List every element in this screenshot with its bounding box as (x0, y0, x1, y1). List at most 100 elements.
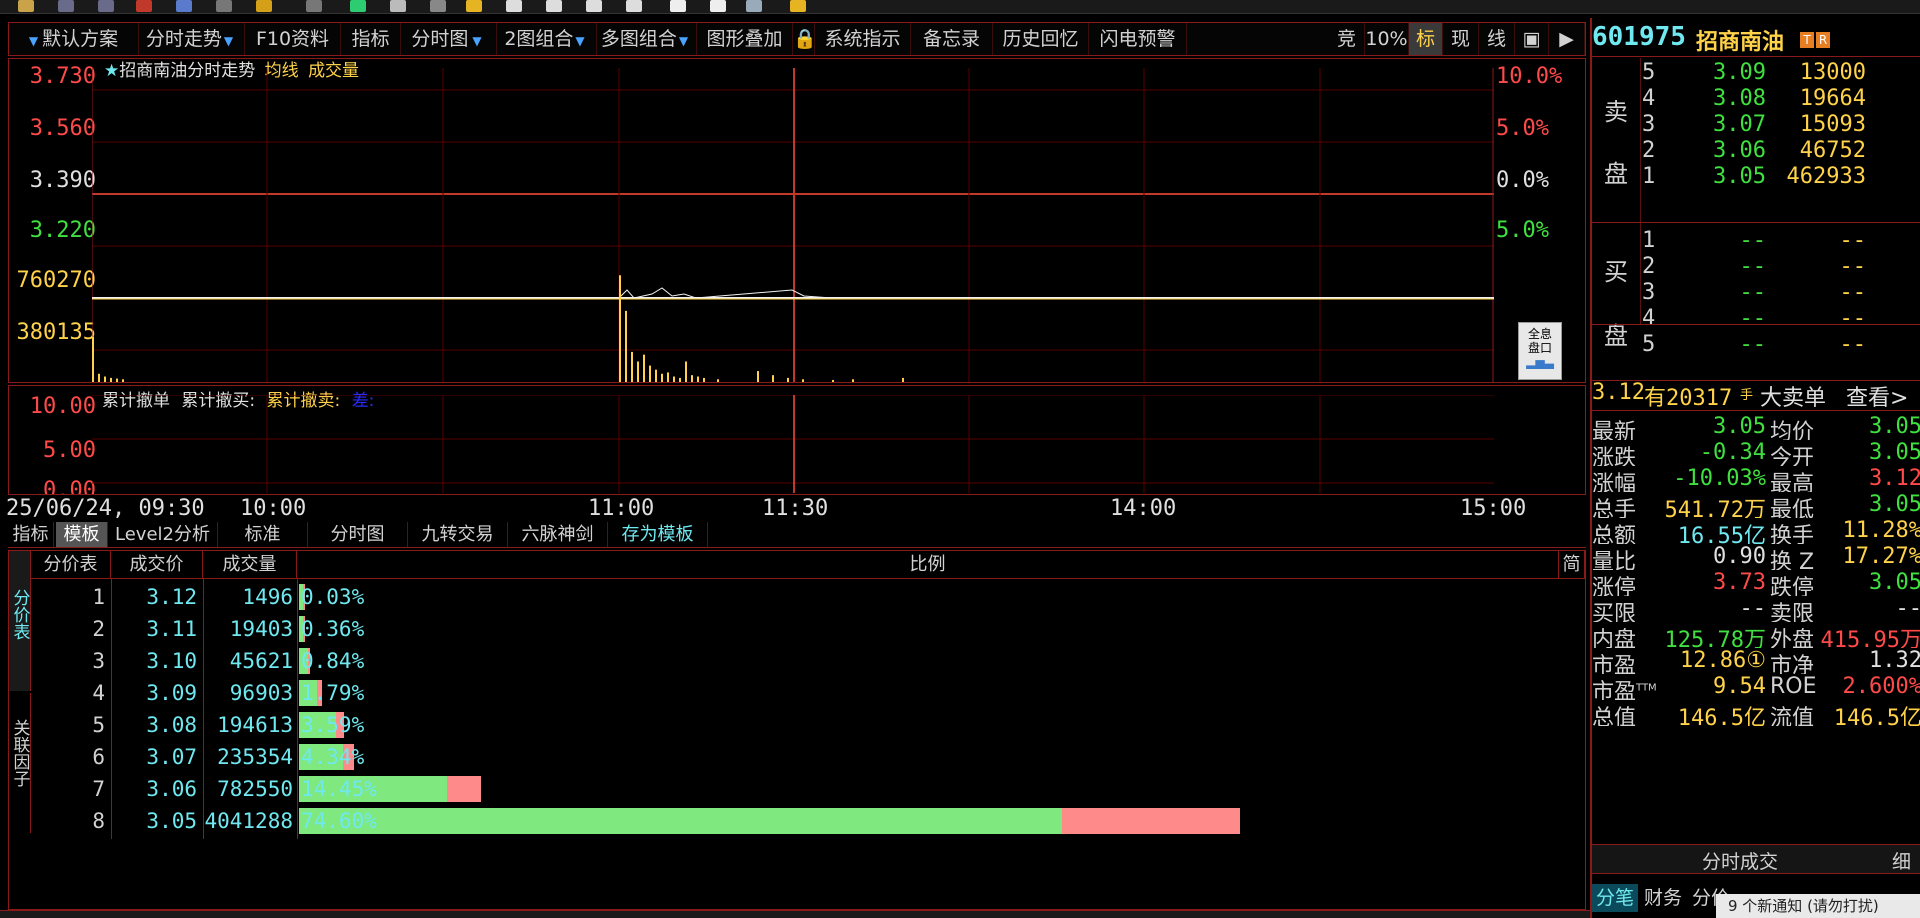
monitor-icon[interactable] (746, 0, 762, 12)
doc-icon[interactable] (670, 0, 686, 12)
y-tick-label: 3.390 (29, 168, 96, 193)
folder-icon[interactable] (18, 0, 34, 12)
big-sell-order-bar[interactable]: 3.12 有20317 手 大卖单 查看> (1592, 380, 1920, 412)
volume-bar (685, 361, 687, 382)
tab-indicator[interactable]: 指标 (8, 522, 54, 547)
menu-window-button[interactable]: ▣ (1515, 23, 1549, 55)
tab-intraday-chart[interactable]: 分时图 (308, 522, 408, 547)
grid-icon[interactable] (430, 0, 446, 12)
menu-standard[interactable]: 标 (1409, 23, 1443, 55)
level-price: 3.08 (1713, 86, 1766, 111)
table-row[interactable]: 2 3.11 19403 0.36% (9, 613, 1587, 645)
tools-icon[interactable] (306, 0, 322, 12)
tab-level2[interactable]: Level2分析 (108, 522, 218, 547)
menu-memo[interactable]: 备忘录 (911, 23, 993, 55)
sell-level[interactable]: 1 3.05 462933 (1642, 164, 1920, 190)
search-icon[interactable] (626, 0, 642, 12)
quote-value: 146.5亿 (1677, 706, 1766, 726)
menu-current[interactable]: 现 (1443, 23, 1479, 55)
notification-toast[interactable]: 9 个新通知 (请勿打扰) (1716, 894, 1920, 918)
dollar-icon[interactable] (790, 0, 806, 12)
tab-save-template[interactable]: 存为模板 (608, 522, 708, 547)
menu-history[interactable]: 历史回忆 (993, 23, 1089, 55)
menu-f10[interactable]: F10资料 (245, 23, 341, 55)
menu-intraday[interactable]: 分时走势 ▼ (139, 23, 245, 55)
gear-icon[interactable] (710, 0, 726, 12)
menu-2chart-combo[interactable]: 2图组合 ▼ (497, 23, 597, 55)
x-tick-label: 14:00 (1110, 496, 1177, 521)
menu-overlay[interactable]: 图形叠加 (697, 23, 793, 55)
menu-bar: ▼ 默认方案 分时走势 ▼ F10资料 指标 分时图 ▼ 2图组合 ▼ 多图组合 ▼ 图形… (8, 22, 1586, 56)
menu-auction[interactable]: 竞 (1329, 23, 1365, 55)
sell-level[interactable]: 3 3.07 15093 (1642, 112, 1920, 138)
level-price: -- (1739, 254, 1767, 279)
y-tick-label: 3.220 (29, 218, 96, 243)
simple-toggle[interactable]: 简 (1559, 551, 1585, 579)
sell-level[interactable]: 5 3.09 13000 (1642, 60, 1920, 86)
level-price: -- (1739, 280, 1767, 305)
full-info-button[interactable]: 全息 盘口 ▂▅▃ (1518, 322, 1562, 380)
buy-label: 买 (1604, 258, 1628, 286)
table-row[interactable]: 1 3.12 1496 0.03% (9, 581, 1587, 613)
tab-nine-turn[interactable]: 九转交易 (408, 522, 508, 547)
bell-icon[interactable] (466, 0, 482, 12)
sell-level[interactable]: 4 3.08 19664 (1642, 86, 1920, 112)
download-icon[interactable] (390, 0, 406, 12)
table-row[interactable]: 3 3.10 45621 0.84% (9, 645, 1587, 677)
x-tick-label: 15:00 (1460, 496, 1527, 521)
news-icon[interactable] (546, 0, 562, 12)
tab-tick[interactable]: 分笔 (1592, 884, 1638, 912)
buy-level[interactable]: 1 -- -- (1642, 228, 1920, 254)
tab-six-pulse[interactable]: 六脉神剑 (508, 522, 608, 547)
volume-bar (116, 378, 118, 382)
menu-intraday-chart[interactable]: 分时图 ▼ (401, 23, 497, 55)
table-row[interactable]: 5 3.08 194613 3.59% (9, 709, 1587, 741)
row-price: 3.11 (146, 617, 197, 641)
tab-finance[interactable]: 财务 (1640, 884, 1686, 912)
window-icon[interactable] (58, 0, 74, 12)
tab-template[interactable]: 模板 (56, 522, 108, 547)
news-icon[interactable] (506, 0, 522, 12)
arrow-icon[interactable] (216, 0, 232, 12)
menu-line[interactable]: 线 (1479, 23, 1515, 55)
full-info-label: 盘口 (1527, 341, 1552, 355)
buy-level[interactable]: 3 -- -- (1642, 280, 1920, 306)
flag-icon[interactable] (136, 0, 152, 12)
menu-10pct[interactable]: 10% (1365, 23, 1409, 55)
expand-icon: ▶ (1559, 28, 1574, 50)
table-row[interactable]: 7 3.06 782550 14.45% (9, 773, 1587, 805)
view-big-sell-link[interactable]: 查看> (1846, 380, 1908, 412)
row-price: 3.08 (146, 713, 197, 737)
sell-level[interactable]: 2 3.06 46752 (1642, 138, 1920, 164)
level-price: 3.09 (1713, 60, 1766, 85)
analysis-tabs: 指标 模板 Level2分析 标准 分时图 九转交易 六脉神剑 存为模板 (8, 522, 1586, 548)
buy-level[interactable]: 4 -- -- (1642, 306, 1920, 332)
cancel-order-plot[interactable] (92, 395, 1494, 493)
window-icon[interactable] (98, 0, 114, 12)
divider (1592, 56, 1920, 57)
menu-lock[interactable]: 🔒 (793, 23, 817, 55)
price-volume-plot[interactable] (92, 68, 1494, 382)
menu-label: 分时走势 (145, 28, 222, 50)
menu-multi-chart[interactable]: 多图组合 ▼ (597, 23, 697, 55)
menu-expand-button[interactable]: ▶ (1549, 23, 1585, 55)
volume-bar (772, 375, 774, 382)
traffic-icon[interactable] (350, 0, 366, 12)
buy-level[interactable]: 2 -- -- (1642, 254, 1920, 280)
menu-flash-alert[interactable]: 闪电预警 (1089, 23, 1187, 55)
table-row[interactable]: 4 3.09 96903 1.79% (9, 677, 1587, 709)
table-row[interactable]: 8 3.05 4041288 74.60% (9, 805, 1587, 837)
row-no: 2 (92, 617, 105, 641)
menu-system-indicator[interactable]: 系统指示 (815, 23, 911, 55)
table-row[interactable]: 6 3.07 235354 4.34% (9, 741, 1587, 773)
tab-standard[interactable]: 标准 (218, 522, 308, 547)
search-icon[interactable] (586, 0, 602, 12)
row-ratio: 3.59% (301, 713, 365, 737)
menu-indicator[interactable]: 指标 (341, 23, 401, 55)
arrow-icon[interactable] (256, 0, 272, 12)
trades-detail-button[interactable]: 细 (1892, 847, 1911, 874)
buy-level[interactable]: 5 -- -- (1642, 332, 1920, 358)
quote-value: -0.34 (1699, 440, 1766, 465)
menu-default-scheme[interactable]: ▼ 默认方案 (9, 23, 139, 55)
chart-icon[interactable] (176, 0, 192, 12)
